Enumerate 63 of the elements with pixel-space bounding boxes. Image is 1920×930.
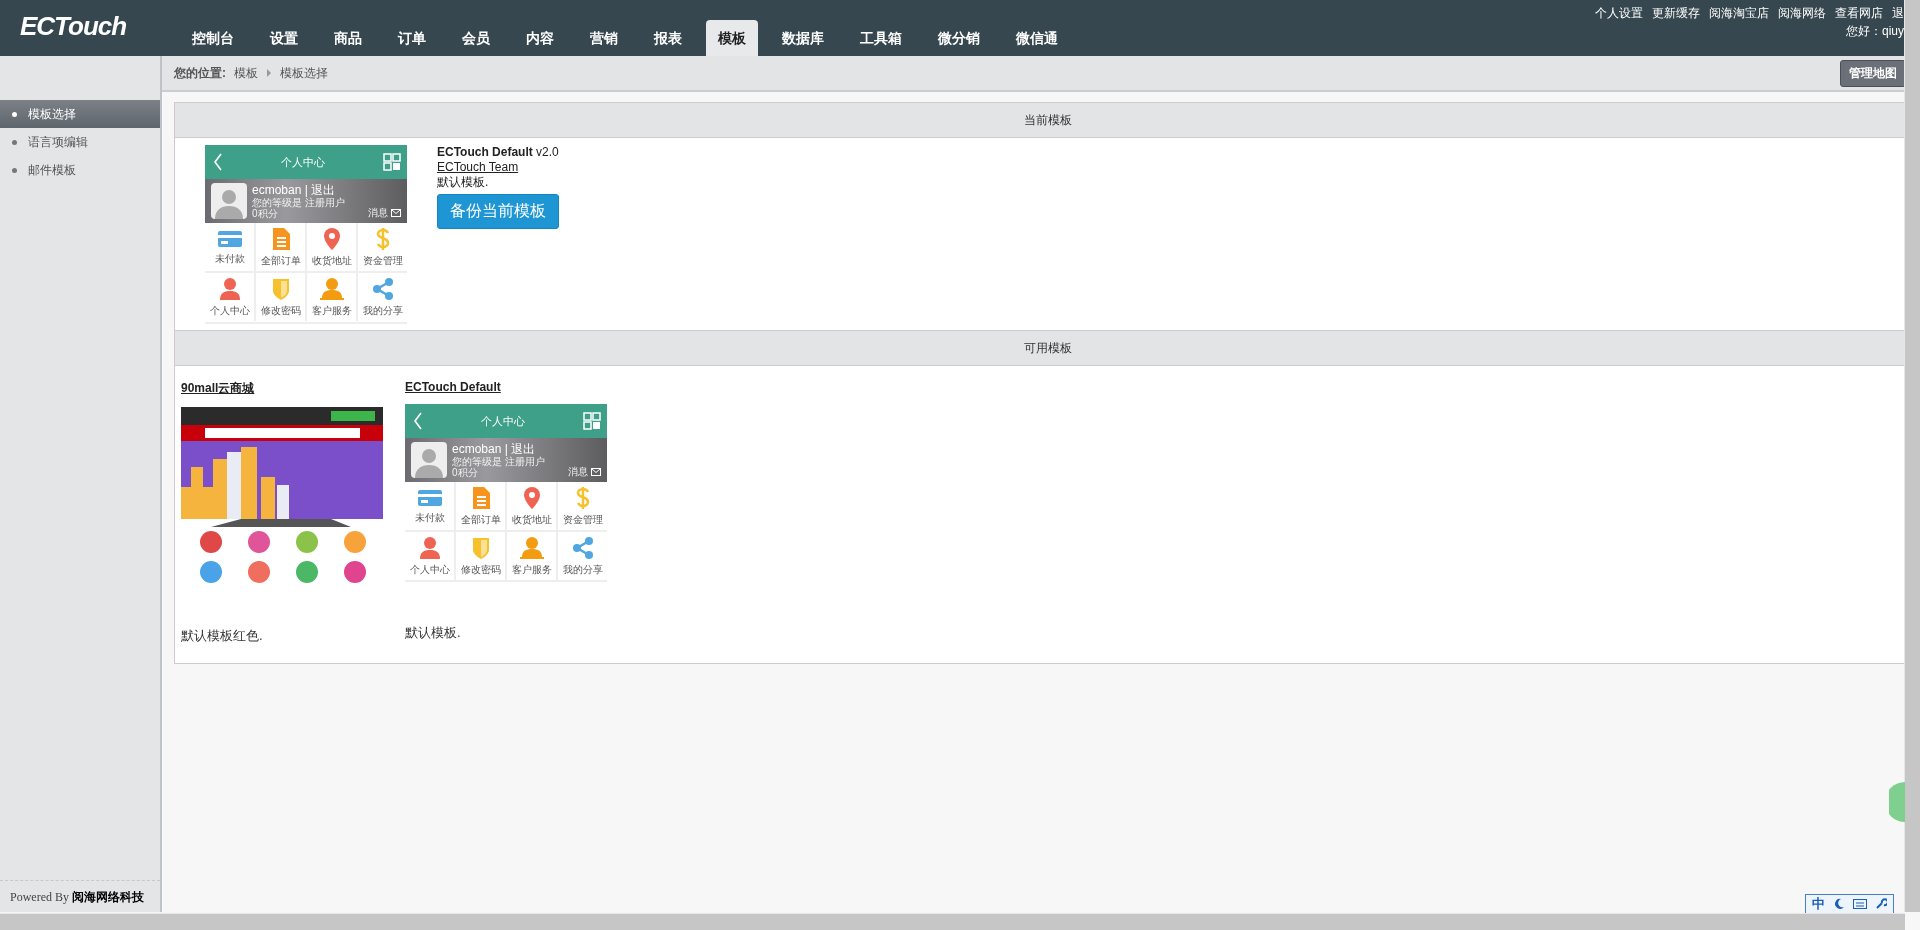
preview-title: 个人中心	[481, 413, 525, 429]
preview-menu-label: 全部订单	[460, 512, 501, 527]
breadcrumb-link[interactable]: 模板	[234, 64, 258, 82]
preview-username: ecmoban | 退出	[452, 442, 537, 456]
nav-tab[interactable]: 会员	[450, 20, 502, 56]
preview-level: 您的等级是 注册用户	[252, 197, 345, 208]
preview-menu-label: 收货地址	[511, 512, 552, 527]
template-link[interactable]: ECTouch Default	[405, 380, 609, 394]
greeting: 您好：qiuy	[1846, 23, 1904, 40]
preview-menu-label: 收货地址	[311, 253, 352, 268]
preview-title: 个人中心	[281, 154, 325, 170]
nav-tab[interactable]: 设置	[258, 20, 310, 56]
preview-menu-label: 我的分享	[562, 562, 603, 577]
header-link[interactable]: 阅海淘宝店	[1709, 5, 1769, 22]
preview-menu-label: 修改密码	[260, 303, 301, 318]
nav-tab[interactable]: 微信通	[1004, 20, 1070, 56]
preview-username: ecmoban | 退出	[252, 183, 337, 197]
preview-menu-label: 资金管理	[562, 512, 603, 527]
logo[interactable]: ECTouch	[0, 11, 170, 56]
manage-map-button[interactable]: 管理地图	[1840, 59, 1906, 87]
preview-menu-label: 全部订单	[260, 253, 301, 268]
breadcrumb-link[interactable]: 模板选择	[280, 64, 328, 82]
preview-menu-label: 个人中心	[409, 562, 450, 577]
sidebar-item[interactable]: 邮件模板	[0, 156, 160, 184]
header-link[interactable]: 阅海网络	[1778, 5, 1826, 22]
header-link[interactable]: 查看网店	[1835, 5, 1883, 22]
header-link[interactable]: 个人设置	[1595, 5, 1643, 22]
preview-points: 0积分	[252, 208, 278, 219]
nav-tab[interactable]: 工具箱	[848, 20, 914, 56]
template-description: 默认模板.	[437, 175, 489, 190]
breadcrumb-label: 您的位置:	[174, 64, 226, 82]
nav-tab[interactable]: 报表	[642, 20, 694, 56]
template-link[interactable]: 90mall云商城	[181, 380, 385, 397]
nav-tab[interactable]: 数据库	[770, 20, 836, 56]
ime-mode-toggle[interactable]: 中	[1812, 895, 1825, 913]
preview-message: 消息	[568, 465, 588, 479]
powered-by-text: Powered By 阅海网络科技	[0, 880, 160, 912]
template-description: 默认模板.	[405, 624, 462, 642]
sidebar-item[interactable]: 语言项编辑	[0, 128, 160, 156]
nav-tab[interactable]: 微分销	[926, 20, 992, 56]
nav-tab[interactable]: 控制台	[180, 20, 246, 56]
preview-menu-label: 我的分享	[362, 303, 403, 318]
preview-menu-label: 资金管理	[362, 253, 403, 268]
nav-tab[interactable]: 订单	[386, 20, 438, 56]
preview-message: 消息	[368, 206, 388, 220]
template-name: ECTouch Default v2.0	[437, 145, 559, 160]
template-description: 默认模板红色.	[181, 627, 264, 645]
preview-menu-label: 客户服务	[511, 562, 552, 577]
preview-menu-label: 个人中心	[209, 303, 250, 318]
nav-tab[interactable]: 商品	[322, 20, 374, 56]
author-link[interactable]: ECTouch Team	[437, 160, 519, 175]
preview-level: 您的等级是 注册用户	[452, 456, 545, 467]
preview-menu-label: 未付款	[214, 251, 245, 266]
nav-tab[interactable]: 模板	[706, 20, 758, 56]
preview-menu-label: 修改密码	[460, 562, 501, 577]
nav-tab[interactable]: 内容	[514, 20, 566, 56]
header-link[interactable]: 退	[1892, 5, 1904, 22]
header-link[interactable]: 更新缓存	[1652, 5, 1700, 22]
sidebar-item[interactable]: 模板选择	[0, 100, 160, 128]
preview-points: 0积分	[452, 467, 478, 478]
preview-menu-label: 客户服务	[311, 303, 352, 318]
nav-tab[interactable]: 营销	[578, 20, 630, 56]
preview-menu-label: 未付款	[414, 510, 445, 525]
